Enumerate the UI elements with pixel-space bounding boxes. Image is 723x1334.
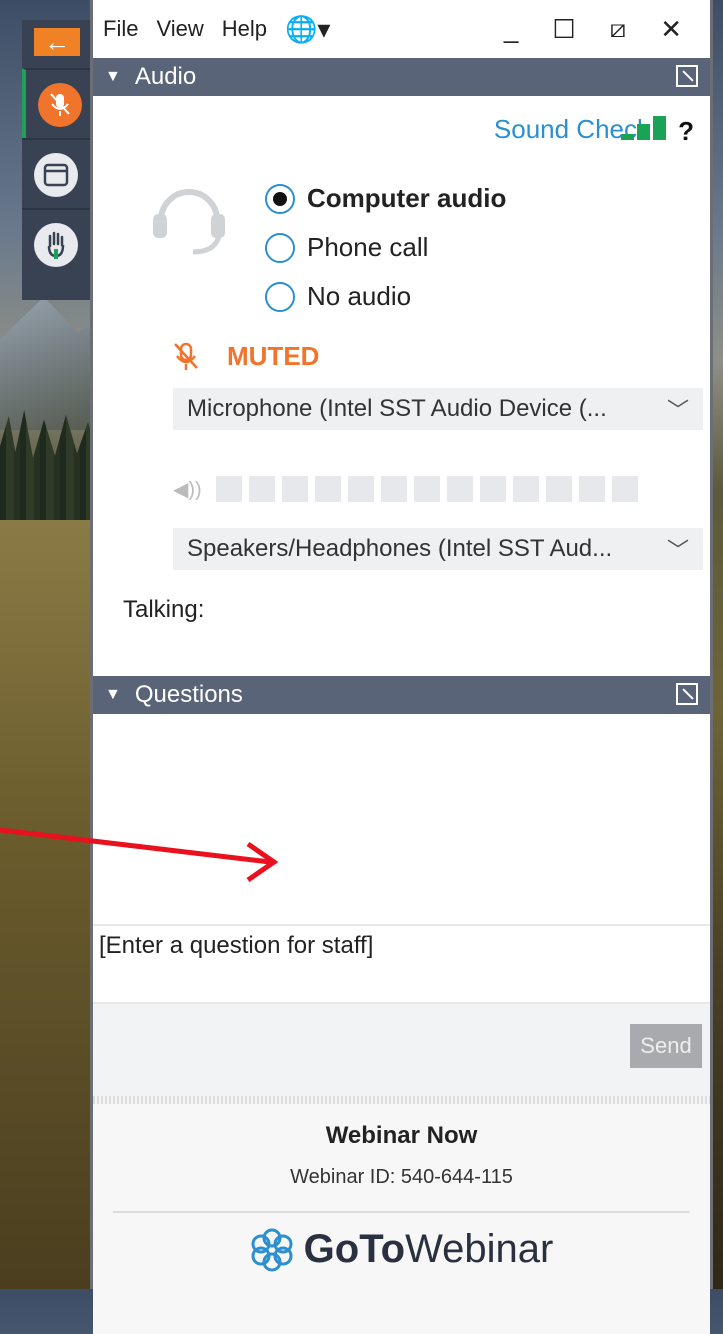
collapse-triangle-icon: ▼ bbox=[105, 68, 121, 85]
headset-icon bbox=[153, 189, 225, 255]
popout-icon[interactable]: ⧄ bbox=[610, 13, 627, 45]
microphone-value: Microphone (Intel SST Audio Device (... bbox=[187, 395, 607, 422]
question-input[interactable]: [Enter a question for staff] bbox=[93, 924, 710, 1004]
show-screen-button[interactable] bbox=[22, 138, 90, 210]
screen-icon bbox=[34, 153, 78, 197]
gotowebinar-control-panel: File View Help 🌐▾ _ ☐ ⧄ ✕ ▼ Audio Sound … bbox=[90, 0, 713, 1334]
radio-unselected-icon bbox=[265, 281, 295, 312]
menu-bar: File View Help 🌐▾ _ ☐ ⧄ ✕ bbox=[93, 0, 710, 58]
menu-view[interactable]: View bbox=[156, 16, 203, 42]
language-globe-icon[interactable]: 🌐▾ bbox=[285, 14, 330, 45]
radio-computer-audio[interactable]: Computer audio bbox=[265, 174, 506, 223]
close-icon[interactable]: ✕ bbox=[660, 14, 682, 45]
send-button[interactable]: Send bbox=[630, 1024, 702, 1068]
popout-audio-icon[interactable] bbox=[676, 65, 698, 87]
speaker-volume-meter: ◀)) bbox=[173, 476, 645, 502]
chevron-down-icon: ﹀ bbox=[666, 538, 689, 563]
muted-label: MUTED bbox=[227, 341, 320, 371]
collapse-panel-arrow-icon[interactable]: ← bbox=[34, 27, 80, 57]
logo-goto-text: GoTo bbox=[303, 1227, 406, 1271]
minimize-icon[interactable]: _ bbox=[504, 14, 518, 45]
maximize-icon[interactable]: ☐ bbox=[552, 14, 575, 45]
webinar-title: Webinar Now bbox=[325, 1122, 478, 1149]
microphone-select[interactable]: Microphone (Intel SST Audio Device (... … bbox=[173, 388, 703, 430]
gotowebinar-logo: GoTo Webinar bbox=[93, 1227, 710, 1272]
audio-section-header[interactable]: ▼ Audio bbox=[93, 58, 710, 96]
gotowebinar-flower-icon bbox=[251, 1228, 293, 1271]
webinar-footer: Webinar Now Webinar ID: 540-644-115 GoTo… bbox=[93, 1104, 710, 1334]
annotation-arrow-icon bbox=[0, 827, 279, 883]
talking-label: Talking: bbox=[123, 596, 205, 623]
collapse-triangle-icon: ▼ bbox=[105, 686, 121, 703]
menu-help[interactable]: Help bbox=[222, 16, 267, 42]
radio-no-audio[interactable]: No audio bbox=[265, 272, 506, 321]
radio-phone-call[interactable]: Phone call bbox=[265, 223, 506, 272]
menu-file[interactable]: File bbox=[103, 16, 138, 42]
speakers-value: Speakers/Headphones (Intel SST Aud... bbox=[187, 535, 613, 562]
resize-splitter[interactable] bbox=[93, 1096, 710, 1104]
audio-help-button[interactable]: ? bbox=[678, 116, 694, 147]
signal-strength-icon bbox=[621, 116, 666, 140]
raise-hand-button[interactable] bbox=[22, 208, 90, 280]
audio-mode-options: Computer audio Phone call No audio bbox=[265, 174, 506, 321]
webinar-id: Webinar ID: 540-644-115 bbox=[290, 1166, 513, 1188]
radio-unselected-icon bbox=[265, 232, 295, 263]
background-field bbox=[0, 520, 100, 1289]
muted-mic-icon bbox=[174, 342, 198, 370]
footer-divider bbox=[113, 1211, 690, 1213]
chevron-down-icon: ﹀ bbox=[666, 398, 689, 423]
questions-header-label: Questions bbox=[134, 681, 243, 708]
mute-status[interactable]: MUTED bbox=[173, 341, 319, 372]
muted-mic-icon bbox=[38, 83, 82, 127]
speaker-icon: ◀)) bbox=[173, 478, 202, 501]
mute-microphone-button[interactable] bbox=[22, 68, 94, 140]
logo-webinar-text: Webinar bbox=[405, 1227, 554, 1271]
questions-section-header[interactable]: ▼ Questions bbox=[93, 676, 710, 714]
audio-panel: Sound Check ? Computer audio Phone call … bbox=[93, 96, 710, 676]
raise-hand-icon bbox=[34, 223, 78, 267]
audio-header-label: Audio bbox=[134, 63, 197, 90]
window-controls: _ ☐ ⧄ ✕ bbox=[504, 13, 700, 45]
popout-questions-icon[interactable] bbox=[676, 683, 698, 705]
speakers-select[interactable]: Speakers/Headphones (Intel SST Aud... ﹀ bbox=[173, 528, 703, 570]
send-area: Send bbox=[93, 1004, 710, 1096]
radio-selected-icon bbox=[265, 183, 295, 214]
